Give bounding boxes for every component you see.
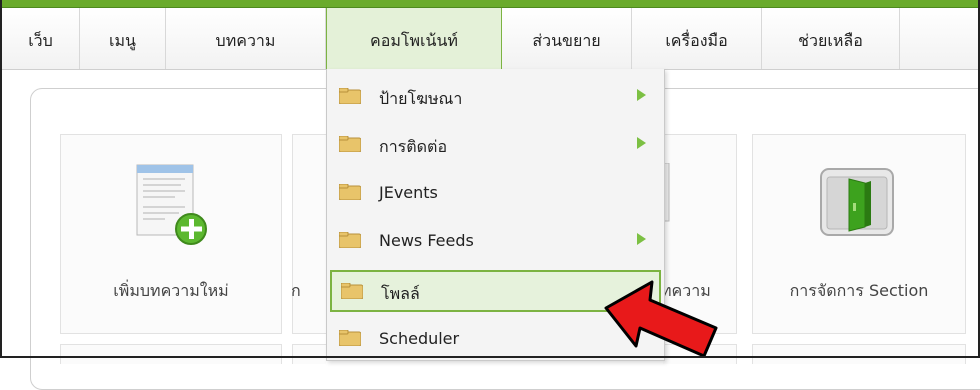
screenshot-frame bbox=[0, 0, 980, 358]
